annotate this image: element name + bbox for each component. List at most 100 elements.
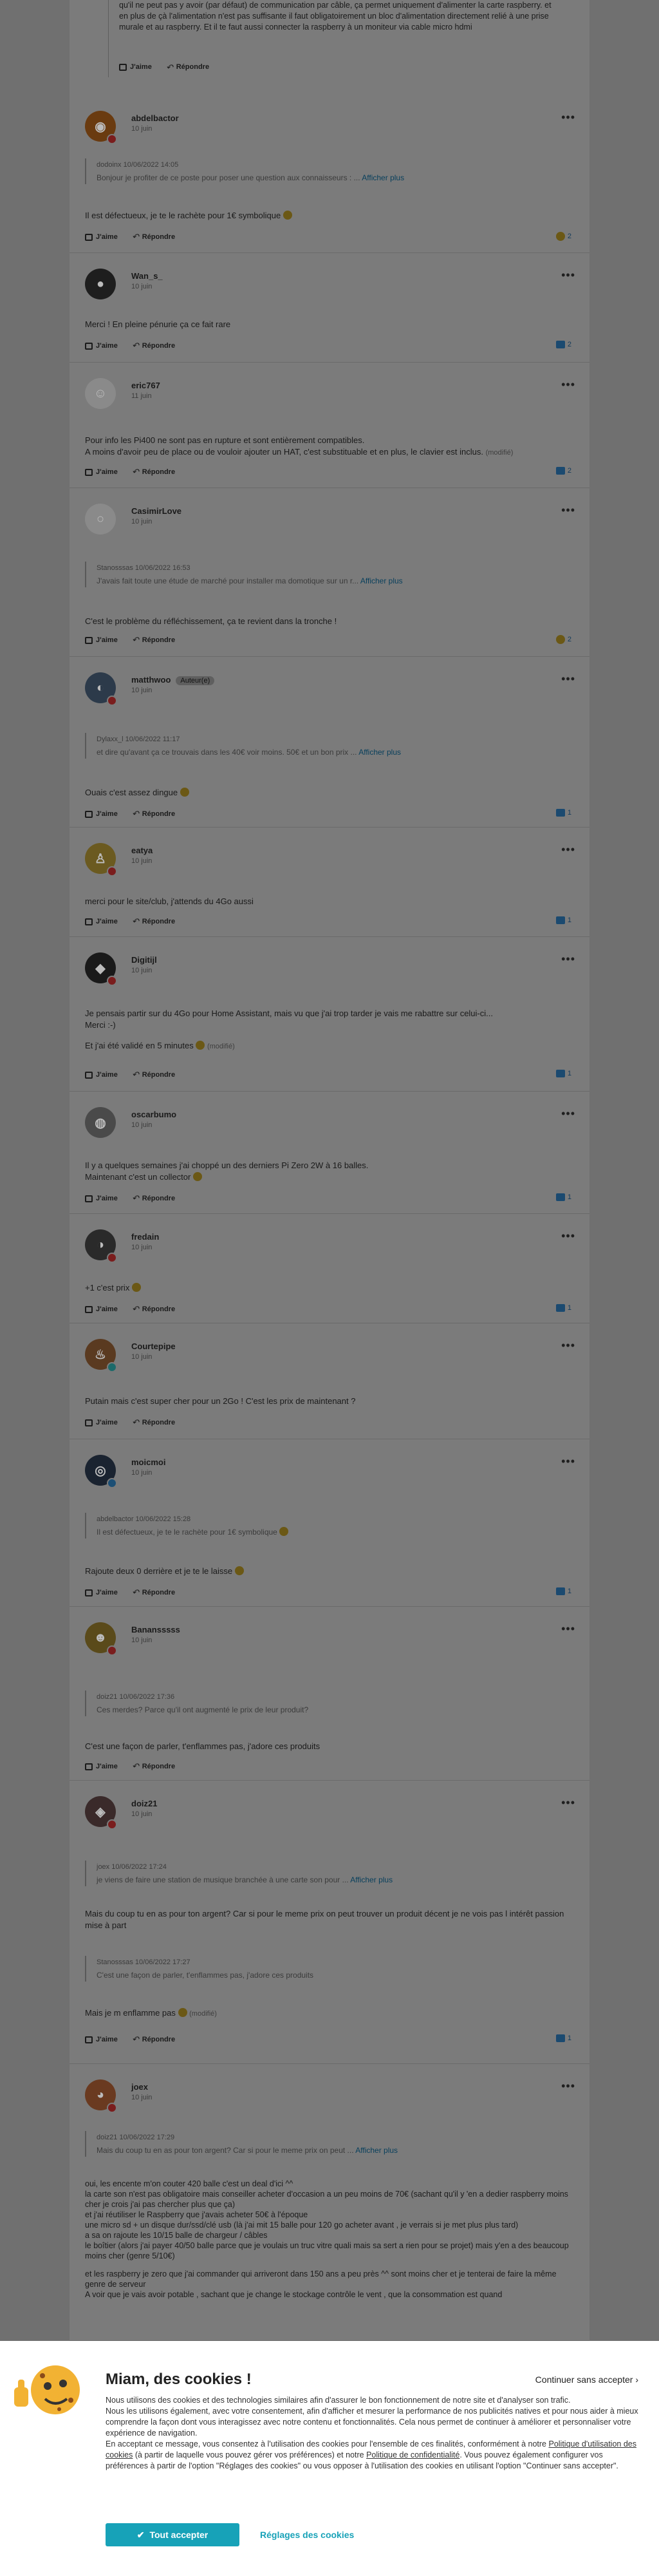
comment-text: C'est une façon de parler, t'enflammes p… <box>85 1741 320 1751</box>
comment-text: merci pour le site/club, j'attends du 4G… <box>85 896 254 906</box>
username[interactable]: Banansssss <box>131 1625 180 1634</box>
like-button[interactable]: J'aime <box>85 468 118 476</box>
like-button[interactable]: J'aime <box>85 342 118 350</box>
show-more-link[interactable]: Afficher plus <box>358 748 401 757</box>
like-button[interactable]: J'aime <box>85 2036 118 2043</box>
avatar[interactable]: ○ <box>85 504 116 535</box>
reaction-count[interactable]: 1 <box>555 1193 571 1201</box>
avatar[interactable]: ☺ <box>85 378 116 409</box>
username[interactable]: Digitijl <box>131 955 157 965</box>
comment-text: Ouais c'est assez dingue <box>85 787 574 799</box>
quote-header: Dylaxx_l 10/06/2022 11:17 <box>97 735 180 743</box>
more-options-icon[interactable]: ••• <box>561 1107 575 1121</box>
username[interactable]: eatya <box>131 846 153 855</box>
thumbs-up-icon <box>555 1587 565 1595</box>
username[interactable]: Courtepipe <box>131 1341 176 1351</box>
show-more-link[interactable]: Afficher plus <box>355 2146 398 2155</box>
more-options-icon[interactable]: ••• <box>561 111 575 124</box>
show-more-link[interactable]: Afficher plus <box>350 1875 393 1884</box>
reaction-count[interactable]: 2 <box>555 635 571 644</box>
like-button[interactable]: J'aime <box>85 1589 118 1596</box>
reply-button[interactable]: ↶ Répondre <box>132 341 175 351</box>
reply-button[interactable]: ↶ Répondre <box>132 2034 175 2045</box>
reply-button[interactable]: ↶ Répondre <box>132 467 175 477</box>
reply-button[interactable]: ↶ Répondre <box>132 1417 175 1428</box>
show-more-link[interactable]: Afficher plus <box>360 576 403 585</box>
reaction-count[interactable]: 2 <box>555 232 571 241</box>
like-button[interactable]: J'aime <box>85 1071 118 1079</box>
like-button[interactable]: J'aime <box>85 918 118 925</box>
like-button[interactable]: J'aime <box>85 1195 118 1202</box>
thumbs-up-icon <box>555 1304 565 1312</box>
reaction-count[interactable]: 2 <box>555 341 571 348</box>
reaction-count[interactable]: 1 <box>555 916 571 924</box>
username[interactable]: matthwoo Auteur(e) <box>131 675 215 685</box>
more-options-icon[interactable]: ••• <box>561 672 575 686</box>
like-button[interactable]: J'aime <box>85 233 118 241</box>
more-options-icon[interactable]: ••• <box>561 1455 575 1468</box>
comment-text-line: Merci :-) <box>85 1020 116 1030</box>
reply-button[interactable]: ↶ Répondre <box>132 1193 175 1204</box>
like-button[interactable]: J'aime <box>85 810 118 818</box>
like-button[interactable]: J'aime <box>85 1763 118 1770</box>
username[interactable]: joex <box>131 2082 148 2092</box>
reaction-count[interactable]: 1 <box>555 809 571 817</box>
more-options-icon[interactable]: ••• <box>561 378 575 392</box>
emoji-icon <box>178 2008 187 2017</box>
reply-button[interactable]: ↶ Répondre <box>166 62 209 73</box>
quote-block: Dylaxx_l 10/06/2022 11:17 et dire qu'avan… <box>85 733 574 759</box>
continue-without-accepting-link[interactable]: Continuer sans accepter › <box>535 2374 638 2385</box>
more-options-icon[interactable]: ••• <box>561 1339 575 1352</box>
comment: ◑ fredain 10 juin ••• +1 c'est prix J'ai… <box>70 1214 589 1323</box>
reply-icon: ↶ <box>165 62 173 72</box>
reaction-count[interactable]: 1 <box>555 1070 571 1077</box>
reply-icon: ↶ <box>131 1587 139 1597</box>
reply-button[interactable]: ↶ Répondre <box>132 916 175 927</box>
username[interactable]: moicmoi <box>131 1457 165 1467</box>
reaction-count[interactable]: 1 <box>555 2034 571 2042</box>
username[interactable]: fredain <box>131 1232 159 1242</box>
comment-date: 10 juin <box>131 857 153 865</box>
reply-button[interactable]: ↶ Répondre <box>132 232 175 242</box>
reaction-count[interactable]: 1 <box>555 1304 571 1312</box>
username[interactable]: oscarbumo <box>131 1110 176 1119</box>
username[interactable]: doiz21 <box>131 1799 157 1808</box>
more-options-icon[interactable]: ••• <box>561 1229 575 1243</box>
reaction-count[interactable]: 2 <box>555 467 571 475</box>
reply-button[interactable]: ↶ Répondre <box>132 809 175 819</box>
like-button[interactable]: J'aime <box>85 1419 118 1426</box>
like-button[interactable]: J'aime <box>85 636 118 644</box>
comment: ◕ joex 10 juin ••• doiz21 10/06/2022 17:… <box>70 2064 589 2341</box>
reply-button[interactable]: ↶ Répondre <box>132 1761 175 1772</box>
avatar[interactable]: ● <box>85 269 116 299</box>
username[interactable]: eric767 <box>131 381 160 390</box>
reaction-count[interactable]: 1 <box>555 1587 571 1595</box>
more-options-icon[interactable]: ••• <box>561 843 575 857</box>
comment-date: 10 juin <box>131 125 153 133</box>
like-button[interactable]: J'aime <box>85 1305 118 1313</box>
comment-text: Mais du coup tu en as pour ton argent? C… <box>85 1909 564 1930</box>
reaction-number: 1 <box>567 809 571 817</box>
cookie-settings-button[interactable]: Réglages des cookies <box>260 2530 354 2540</box>
show-more-link[interactable]: Afficher plus <box>362 173 404 182</box>
username[interactable]: CasimirLove <box>131 506 181 516</box>
username[interactable]: Wan_s_ <box>131 271 163 281</box>
reply-button[interactable]: ↶ Répondre <box>132 1304 175 1314</box>
more-options-icon[interactable]: ••• <box>561 1796 575 1810</box>
comment-text-line: et j'ai réutiliser le Raspberry que j'av… <box>85 2210 308 2219</box>
privacy-policy-link[interactable]: Politique de confidentialité <box>366 2450 459 2459</box>
more-options-icon[interactable]: ••• <box>561 952 575 966</box>
accept-all-button[interactable]: ✔ Tout accepter <box>106 2523 239 2546</box>
reply-button[interactable]: ↶ Répondre <box>132 635 175 645</box>
cookie-title: Miam, des cookies ! <box>106 2371 252 2388</box>
reaction-number: 1 <box>567 2034 571 2042</box>
more-options-icon[interactable]: ••• <box>561 1622 575 1636</box>
more-options-icon[interactable]: ••• <box>561 504 575 517</box>
more-options-icon[interactable]: ••• <box>561 269 575 282</box>
avatar[interactable]: ◍ <box>85 1107 116 1138</box>
more-options-icon[interactable]: ••• <box>561 2079 575 2093</box>
reply-button[interactable]: ↶ Répondre <box>132 1587 175 1598</box>
username[interactable]: abdelbactor <box>131 113 179 123</box>
like-button[interactable]: J'aime <box>119 62 152 73</box>
reply-button[interactable]: ↶ Répondre <box>132 1070 175 1080</box>
